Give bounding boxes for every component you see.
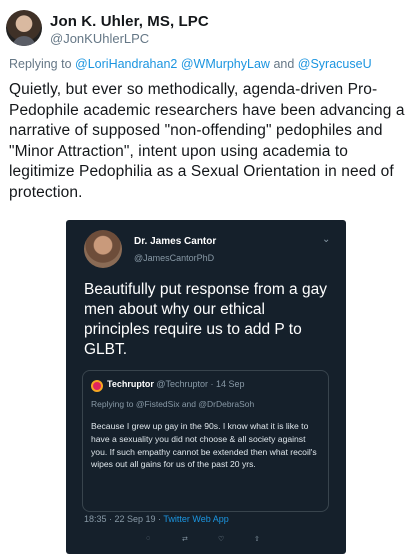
reply-and: and	[273, 57, 295, 71]
quoted-avatar	[91, 380, 103, 392]
embedded-timestamp-line: 18:35 · 22 Sep 19 · Twitter Web App	[84, 514, 229, 524]
reply-icon: ◌	[146, 535, 151, 542]
replying-to: Replying to @LoriHandrahan2 @WMurphyLaw …	[9, 57, 372, 71]
chevron-down-icon: ⌄	[322, 234, 331, 245]
like-icon: ♡	[218, 536, 225, 543]
embedded-actions: ◌ ⇄ ♡ ⇧	[146, 535, 286, 545]
quoted-tweet: Techruptor @Techruptor · 14 Sep Replying…	[82, 370, 329, 512]
embedded-display-name: Dr. James Cantor	[134, 236, 217, 247]
reply-last-mention-link[interactable]: @SyracuseU	[298, 57, 372, 71]
reply-mentions-link[interactable]: @LoriHandrahan2 @WMurphyLaw	[75, 57, 270, 71]
tweet-text: Quietly, but ever so methodically, agend…	[9, 81, 405, 201]
embedded-timestamp: 18:35 · 22 Sep 19 ·	[84, 514, 162, 524]
quoted-author: Techruptor @Techruptor · 14 Sep	[107, 379, 245, 389]
user-handle[interactable]: @JonKUhlerLPC	[50, 31, 149, 46]
quoted-meta: @Techruptor · 14 Sep	[156, 379, 245, 389]
quoted-replying-to: Replying to @FistedSix and @DrDebraSoh	[91, 399, 255, 409]
replying-to-label: Replying to	[9, 57, 72, 71]
embedded-tweet-screenshot: Dr. James Cantor @JamesCantorPhD ⌄ Beaut…	[66, 220, 346, 554]
tweet: Jon K. Uhler, MS, LPC @JonKUhlerLPC Repl…	[0, 0, 412, 559]
embedded-handle: @JamesCantorPhD	[134, 253, 215, 263]
embedded-avatar	[84, 230, 122, 268]
quoted-tweet-text: Because I grew up gay in the 90s. I know…	[91, 421, 317, 470]
embedded-source: Twitter Web App	[163, 514, 229, 524]
avatar[interactable]	[6, 10, 42, 46]
quoted-display-name: Techruptor	[107, 379, 154, 389]
embedded-tweet-text: Beautifully put response from a gay men …	[84, 281, 327, 358]
retweet-icon: ⇄	[182, 536, 188, 543]
display-name[interactable]: Jon K. Uhler, MS, LPC	[50, 13, 209, 30]
avatar-shirt	[12, 36, 36, 46]
share-icon: ⇧	[254, 536, 260, 543]
